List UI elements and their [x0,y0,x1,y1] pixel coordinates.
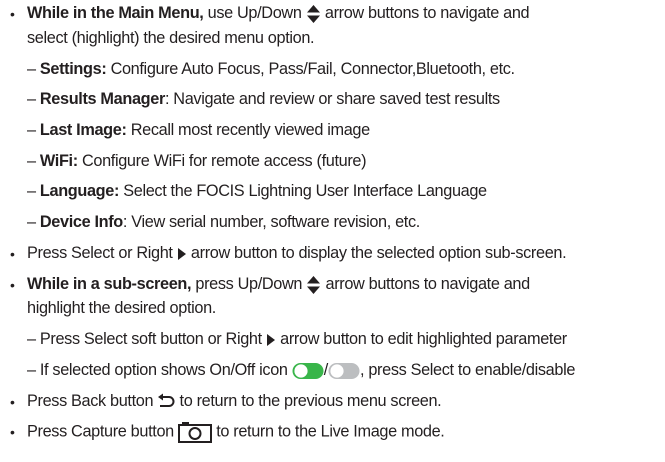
menu-option-results-manager: – Results Manager: Navigate and review o… [27,90,500,108]
back-arrow-icon [157,393,175,411]
menu-option-language: – Language: Select the FOCIS Lightning U… [27,182,487,200]
subscreen-instruction-cont: highlight the desired option. [27,299,216,317]
capture-instruction: Press Capture button to return to the Li… [27,421,445,443]
bullet-marker: • [10,277,15,293]
back-instruction: Press Back button to return to the previ… [27,392,442,411]
toggle-off-icon [328,362,360,380]
main-menu-heading: While in the Main Menu, [27,4,204,22]
toggle-on-icon [292,362,324,380]
camera-icon [178,421,213,443]
bullet-marker: • [10,424,15,440]
subscreen-option-edit: – Press Select soft button or Right arro… [27,330,567,348]
select-instruction: Press Select or Right arrow button to di… [27,244,567,262]
subscreen-instruction: While in a sub-screen, press Up/Down arr… [27,275,530,295]
right-triangle-icon [177,247,187,261]
up-down-arrow-icon [306,4,321,24]
main-menu-instruction-cont: select (highlight) the desired menu opti… [27,29,315,47]
menu-option-device-info: – Device Info: View serial number, softw… [27,213,420,231]
main-menu-instruction: While in the Main Menu, use Up/Down arro… [27,4,530,24]
instructions-page: • While in the Main Menu, use Up/Down ar… [0,0,665,462]
bullet-marker: • [10,246,15,262]
menu-option-settings: – Settings: Configure Auto Focus, Pass/F… [27,60,515,78]
menu-option-last-image: – Last Image: Recall most recently viewe… [27,121,370,139]
subscreen-option-toggle: – If selected option shows On/Off icon /… [27,361,576,380]
up-down-arrow-icon [306,275,321,295]
bullet-marker: • [10,6,15,22]
subscreen-heading: While in a sub-screen, [27,275,192,293]
bullet-marker: • [10,394,15,410]
menu-option-wifi: – WiFi: Configure WiFi for remote access… [27,152,367,170]
right-triangle-icon [266,333,276,347]
